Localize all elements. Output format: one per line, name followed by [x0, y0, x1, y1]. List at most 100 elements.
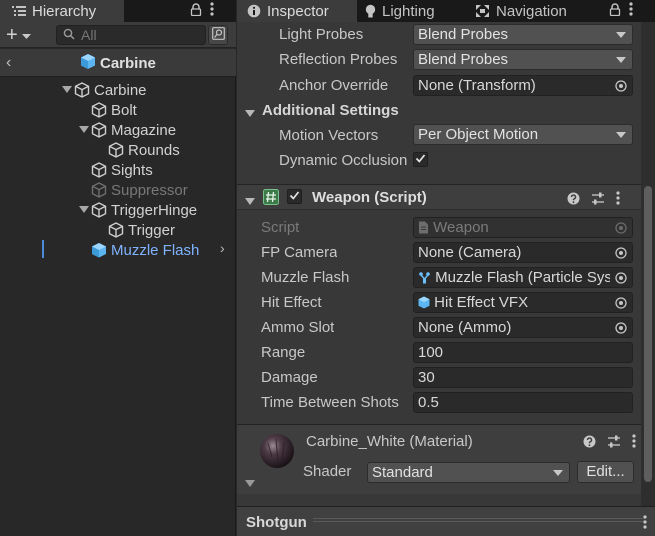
dynamic-occlusion-checkbox[interactable]	[413, 152, 428, 167]
muzzle-flash-value: Muzzle Flash (Particle System)	[435, 269, 633, 286]
kebab-menu-icon[interactable]	[643, 515, 647, 533]
hierarchy-item[interactable]: Magazine	[0, 120, 236, 140]
object-picker-icon[interactable]	[610, 293, 632, 312]
object-picker-icon[interactable]	[610, 76, 632, 95]
anchor-override-field[interactable]: None (Transform)	[413, 75, 633, 96]
hierarchy-item[interactable]: Trigger	[0, 220, 236, 240]
prefab-header: ‹ Carbine	[0, 49, 236, 77]
reflection-probes-dropdown[interactable]: Blend Probes	[413, 49, 633, 70]
preset-sliders-icon[interactable]	[591, 192, 605, 209]
script-file-icon	[418, 220, 429, 237]
material-name: Carbine_White (Material)	[306, 433, 473, 450]
reflection-probes-value: Blend Probes	[418, 51, 509, 68]
hierarchy-panel: Hierarchy + All ‹ Carbine Carbine Bolt M…	[0, 0, 236, 536]
help-icon[interactable]	[567, 192, 580, 209]
create-button[interactable]: +	[6, 25, 46, 45]
object-picker-icon[interactable]	[610, 268, 632, 287]
gameobject-cube-icon	[91, 102, 107, 118]
lock-icon[interactable]	[609, 2, 621, 20]
light-probes-row: Light Probes Blend Probes	[237, 23, 641, 47]
script-row: Script Weapon	[237, 216, 641, 240]
fp-camera-field[interactable]: None (Camera)	[413, 242, 633, 263]
object-picker-icon[interactable]	[610, 318, 632, 337]
tab-inspector-label: Inspector	[267, 2, 329, 20]
kebab-menu-icon[interactable]	[632, 434, 636, 452]
dynamic-occlusion-label: Dynamic Occlusion	[279, 152, 408, 169]
foldout-arrow-icon[interactable]	[245, 475, 255, 492]
checkmark-icon	[415, 154, 426, 163]
hierarchy-item[interactable]: Sights	[0, 160, 236, 180]
light-probes-dropdown[interactable]: Blend Probes	[413, 24, 633, 45]
dropdown-arrow-icon	[616, 32, 626, 38]
tab-inspector[interactable]: Inspector	[237, 0, 357, 22]
preview-bar[interactable]: Shotgun	[237, 506, 655, 536]
gameobject-cube-icon	[91, 182, 107, 198]
hierarchy-list-icon	[12, 5, 26, 17]
search-icon	[63, 27, 77, 44]
weapon-component-header[interactable]: Weapon (Script)	[237, 184, 641, 210]
checkmark-icon	[289, 191, 300, 200]
hierarchy-item[interactable]: Bolt	[0, 100, 236, 120]
hit-effect-row: Hit Effect Hit Effect VFX	[237, 291, 641, 315]
chevron-right-icon[interactable]: ›	[220, 240, 225, 256]
kebab-menu-icon[interactable]	[210, 2, 214, 20]
inspector-tab-icons	[609, 0, 633, 22]
tab-navigation[interactable]: Navigation	[475, 0, 595, 22]
light-probes-label: Light Probes	[279, 26, 364, 43]
particle-system-icon	[418, 270, 431, 287]
additional-settings-header[interactable]: Additional Settings	[237, 99, 641, 123]
plus-icon: +	[6, 24, 18, 46]
ammo-slot-label: Ammo Slot	[261, 319, 335, 336]
foldout-arrow-icon[interactable]	[77, 206, 91, 214]
hierarchy-search[interactable]	[56, 25, 206, 45]
hierarchy-item[interactable]: Rounds	[0, 140, 236, 160]
shader-value: Standard	[372, 464, 433, 481]
range-input[interactable]: 100	[413, 342, 633, 363]
hit-effect-field[interactable]: Hit Effect VFX	[413, 292, 633, 313]
hierarchy-item-label: Trigger	[128, 221, 175, 239]
search-options-button[interactable]	[208, 25, 228, 45]
search-input[interactable]	[81, 27, 201, 43]
lock-icon[interactable]	[190, 2, 202, 20]
hierarchy-tab-icons	[190, 0, 214, 22]
hierarchy-item-label: Sights	[111, 161, 153, 179]
hierarchy-item[interactable]: Suppressor	[0, 180, 236, 200]
damage-input[interactable]: 30	[413, 367, 633, 388]
hierarchy-item[interactable]: Carbine	[0, 80, 236, 100]
inspector-scrollbar[interactable]	[641, 22, 655, 506]
foldout-arrow-icon[interactable]	[77, 126, 91, 134]
help-icon[interactable]	[583, 435, 596, 452]
dropdown-arrow-icon	[21, 27, 31, 44]
fp-camera-label: FP Camera	[261, 244, 338, 261]
tab-lighting[interactable]: Lighting	[365, 0, 471, 22]
inspector-tabbar: Inspector Lighting Navigation	[237, 0, 655, 22]
ammo-slot-field[interactable]: None (Ammo)	[413, 317, 633, 338]
hierarchy-toolbar: +	[0, 22, 236, 48]
hierarchy-item[interactable]: TriggerHinge	[0, 200, 236, 220]
hierarchy-item-label: Suppressor	[111, 181, 188, 199]
edit-shader-button[interactable]: Edit...	[577, 461, 634, 483]
time-between-shots-input[interactable]: 0.5	[413, 392, 633, 413]
hierarchy-item-label: Bolt	[111, 101, 137, 119]
muzzle-flash-field[interactable]: Muzzle Flash (Particle System)	[413, 267, 633, 288]
motion-vectors-row: Motion Vectors Per Object Motion	[237, 124, 641, 148]
hierarchy-item-label: Rounds	[128, 141, 180, 159]
gameobject-cube-icon	[91, 162, 107, 178]
preset-sliders-icon[interactable]	[607, 435, 621, 452]
back-chevron-icon[interactable]: ‹	[6, 54, 11, 72]
material-preview-sphere[interactable]	[259, 433, 295, 473]
drag-handle[interactable]	[313, 518, 643, 522]
kebab-menu-icon[interactable]	[616, 191, 620, 209]
weapon-header-icons	[567, 191, 620, 209]
tab-hierarchy[interactable]: Hierarchy	[0, 0, 124, 22]
weapon-enabled-checkbox[interactable]	[287, 189, 302, 204]
scrollbar-thumb[interactable]	[644, 186, 652, 482]
hierarchy-item[interactable]: Muzzle Flash	[0, 240, 236, 260]
reflection-probes-label: Reflection Probes	[279, 51, 398, 68]
selection-marker	[42, 240, 44, 258]
object-picker-icon[interactable]	[610, 243, 632, 262]
motion-vectors-dropdown[interactable]: Per Object Motion	[413, 124, 633, 145]
foldout-arrow-icon[interactable]	[60, 86, 74, 94]
shader-dropdown[interactable]: Standard	[367, 462, 570, 483]
kebab-menu-icon[interactable]	[629, 2, 633, 20]
